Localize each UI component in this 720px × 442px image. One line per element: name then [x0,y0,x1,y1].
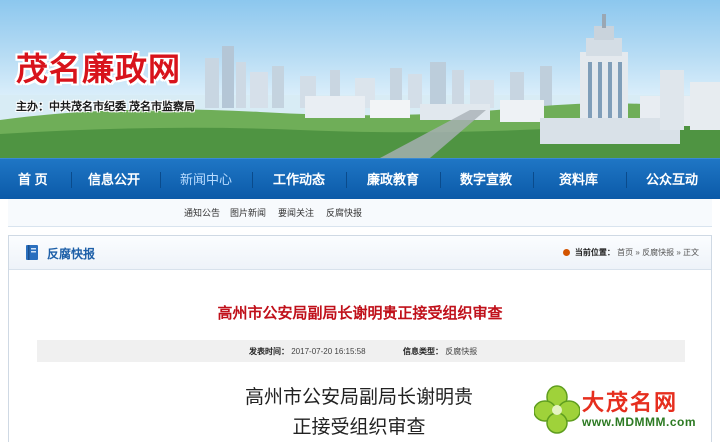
publish-time: 发表时间： 2017-07-20 16:15:58 [249,346,366,357]
nav-divider [71,172,72,188]
nav-divider [626,172,627,188]
breadcrumb-current: 正文 [683,248,699,257]
breadcrumb-separator: » [676,248,681,257]
nav-item-info-public[interactable]: 信息公开 [88,159,140,200]
book-icon [26,245,38,260]
panel-header: 反腐快报 当前位置： 首页 » 反腐快报 » 正文 [9,236,711,270]
breadcrumb: 当前位置： 首页 » 反腐快报 » 正文 [562,247,699,258]
nav-item-news-center[interactable]: 新闻中心 [180,159,232,200]
breadcrumb-separator: » [635,248,640,257]
main-nav: 首 页 信息公开 新闻中心 工作动态 廉政教育 数字宣教 资料库 公众互动 [0,158,720,199]
location-pin-icon [562,249,570,256]
nav-divider [160,172,161,188]
publish-time-label: 发表时间： [249,347,289,356]
site-banner: 茂名廉政网 主办：中共茂名市纪委 茂名市监察局 [0,0,720,158]
watermark-url: www.MDMMM.com [582,415,697,429]
info-type-label: 信息类型： [403,347,443,356]
article-body-line: 高州市公安局副局长谢明贵 [244,386,473,408]
nav-item-home[interactable]: 首 页 [18,159,48,200]
publish-time-value: 2017-07-20 16:15:58 [291,347,366,356]
sub-nav: 通知公告 图片新闻 要闻关注 反腐快报 [8,199,712,227]
nav-divider [533,172,534,188]
breadcrumb-section-link[interactable]: 反腐快报 [642,248,674,257]
watermark-name: 大茂名网 [582,391,679,416]
breadcrumb-home-link[interactable]: 首页 [617,248,633,257]
nav-item-library[interactable]: 资料库 [559,159,598,200]
site-title[interactable]: 茂名廉政网 [16,44,181,90]
nav-item-work-updates[interactable]: 工作动态 [273,159,325,200]
subnav-item-photo-news[interactable]: 图片新闻 [230,206,266,219]
nav-divider [252,172,253,188]
subnav-item-headlines[interactable]: 要闻关注 [278,206,314,219]
breadcrumb-label: 当前位置： [574,248,615,257]
nav-item-public-interaction[interactable]: 公众互动 [646,159,698,200]
article-meta: 发表时间： 2017-07-20 16:15:58 信息类型： 反腐快报 [37,340,685,362]
article-body-line: 正接受组织审查 [292,416,426,438]
site-watermark: 大茂名网 www.MDMMM.com [534,383,714,437]
section-title: 反腐快报 [47,247,96,261]
clover-logo-icon [534,385,580,434]
subnav-item-notices[interactable]: 通知公告 [184,206,220,219]
nav-divider [440,172,441,188]
article-title: 高州市公安局副局长谢明贵正接受组织审查 [217,305,503,322]
info-type-value: 反腐快报 [445,347,478,356]
nav-item-integrity-education[interactable]: 廉政教育 [367,159,419,200]
nav-divider [346,172,347,188]
info-type: 信息类型： 反腐快报 [403,346,477,357]
subnav-item-anticorruption-news[interactable]: 反腐快报 [326,206,362,219]
site-organizer: 主办：中共茂名市纪委 茂名市监察局 [16,101,196,113]
nav-item-digital-outreach[interactable]: 数字宣教 [460,159,512,200]
